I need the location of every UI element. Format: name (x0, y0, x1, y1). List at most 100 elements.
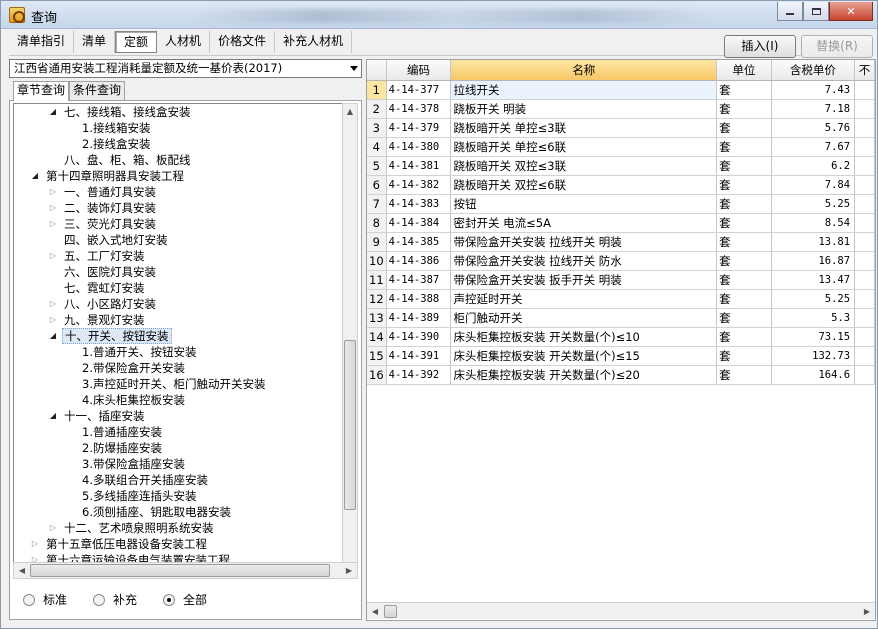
column-header[interactable] (367, 60, 387, 81)
tree-node[interactable]: 1.普通插座安装 (14, 424, 343, 440)
table-row[interactable]: 12 4-14-388 声控延时开关套 5.25 (367, 289, 875, 309)
tree-node[interactable]: ▷ 三、荧光灯具安装 (14, 216, 343, 232)
expand-triangle-icon[interactable]: ▷ (48, 184, 58, 200)
code-cell[interactable]: 4-14-387 (386, 270, 452, 290)
tree-node[interactable]: 6.须刨插座、钥匙取电器安装 (14, 504, 343, 520)
row-number-cell[interactable]: 14 (367, 327, 387, 347)
row-number-cell[interactable]: 6 (367, 175, 387, 195)
table-row[interactable]: 14 4-14-390 床头柜集控板安装 开关数量(个)≤10 套 73.15 (367, 327, 875, 347)
row-number-cell[interactable]: 15 (367, 346, 387, 366)
unit-cell[interactable]: 套 (716, 346, 772, 366)
tree-node[interactable]: ▷ 九、景观灯安装 (14, 312, 343, 328)
code-cell[interactable]: 4-14-378 (386, 99, 452, 119)
name-cell[interactable]: 声控延时开关 (450, 289, 718, 309)
expand-triangle-icon[interactable]: ▷ (48, 312, 58, 328)
tree-node[interactable]: ◢ 十一、插座安装 (14, 408, 343, 424)
tree-node[interactable]: ◢ 十、开关、按钮安装 (14, 328, 343, 344)
expand-triangle-icon[interactable]: ▷ (48, 296, 58, 312)
name-cell[interactable]: 床头柜集控板安装 开关数量(个)≤10 (450, 327, 718, 347)
unit-cell[interactable]: 套 (716, 194, 772, 214)
tree-node[interactable]: 七、霓虹灯安装 (14, 280, 343, 296)
extra-cell[interactable] (854, 289, 875, 309)
expand-triangle-icon[interactable]: ▷ (48, 200, 58, 216)
table-row[interactable]: 7 4-14-383 按钮套 5.25 (367, 194, 875, 214)
table-row[interactable]: 5 4-14-381 跷板暗开关 双控≤3联套 6.2 (367, 156, 875, 176)
unit-cell[interactable]: 套 (716, 289, 772, 309)
extra-cell[interactable] (854, 99, 875, 119)
chapter-tree[interactable]: ◢ 七、接线箱、接线盒安装 1.接线箱安装 2.接线盒安装 八、盘、柜、箱、板配线 ◢ 第十… (13, 103, 343, 579)
row-number-cell[interactable]: 2 (367, 99, 387, 119)
column-header[interactable]: 名称 (450, 60, 718, 81)
tree-node[interactable]: 4.多联组合开关插座安装 (14, 472, 343, 488)
scrollbar-thumb[interactable] (384, 605, 397, 618)
price-cell[interactable]: 13.81 (771, 232, 856, 252)
code-cell[interactable]: 4-14-381 (386, 156, 452, 176)
price-cell[interactable]: 6.2 (771, 156, 856, 176)
table-row[interactable]: 15 4-14-391 床头柜集控板安装 开关数量(个)≤15 套 132.73 (367, 346, 875, 366)
extra-cell[interactable] (854, 118, 875, 138)
unit-cell[interactable]: 套 (716, 156, 772, 176)
table-row[interactable]: 1 4-14-377 拉线开关套 7.43 (367, 80, 875, 100)
radio-button-icon[interactable] (93, 593, 106, 606)
name-cell[interactable]: 带保险盒开关安装 拉线开关 明装 (450, 232, 718, 252)
code-cell[interactable]: 4-14-390 (386, 327, 452, 347)
code-cell[interactable]: 4-14-379 (386, 118, 452, 138)
name-cell[interactable]: 柜门触动开关 (450, 308, 718, 328)
name-cell[interactable]: 跷板暗开关 双控≤3联 (450, 156, 718, 176)
name-cell[interactable]: 床头柜集控板安装 开关数量(个)≤15 (450, 346, 718, 366)
name-cell[interactable]: 按钮 (450, 194, 718, 214)
name-cell[interactable]: 带保险盒开关安装 拉线开关 防水 (450, 251, 718, 271)
price-cell[interactable]: 8.54 (771, 213, 856, 233)
tree-node[interactable]: ▷ 五、工厂灯安装 (14, 248, 343, 264)
tree-node[interactable]: 5.多线插座连插头安装 (14, 488, 343, 504)
tree-node[interactable]: ◢ 七、接线箱、接线盒安装 (14, 104, 343, 120)
column-header[interactable]: 编码 (386, 60, 452, 81)
unit-cell[interactable]: 套 (716, 270, 772, 290)
extra-cell[interactable] (854, 346, 875, 366)
price-cell[interactable]: 132.73 (771, 346, 856, 366)
name-cell[interactable]: 床头柜集控板安装 开关数量(个)≤20 (450, 365, 718, 385)
code-cell[interactable]: 4-14-380 (386, 137, 452, 157)
title-bar[interactable]: 查询 ✕ (1, 1, 877, 29)
unit-cell[interactable]: 套 (716, 251, 772, 271)
extra-cell[interactable] (854, 137, 875, 157)
unit-cell[interactable]: 套 (716, 308, 772, 328)
toolbar-tab[interactable]: 定额 (115, 31, 158, 53)
insert-button[interactable]: 插入(I) (724, 35, 796, 58)
code-cell[interactable]: 4-14-386 (386, 251, 452, 271)
extra-cell[interactable] (854, 232, 875, 252)
toolbar-tab[interactable]: 人材机 (157, 31, 211, 53)
extra-cell[interactable] (854, 251, 875, 271)
left-panel-tab[interactable]: 章节查询 (13, 81, 70, 101)
extra-cell[interactable] (854, 308, 875, 328)
expand-triangle-icon[interactable]: ▷ (48, 520, 58, 536)
table-row[interactable]: 4 4-14-380 跷板暗开关 单控≤6联套 7.67 (367, 137, 875, 157)
price-cell[interactable]: 13.47 (771, 270, 856, 290)
name-cell[interactable]: 跷板暗开关 双控≤6联 (450, 175, 718, 195)
row-number-cell[interactable]: 11 (367, 270, 387, 290)
column-header[interactable]: 单位 (716, 60, 772, 81)
row-number-cell[interactable]: 12 (367, 289, 387, 309)
tree-node[interactable]: ◢ 第十四章照明器具安装工程 (14, 168, 343, 184)
extra-cell[interactable] (854, 365, 875, 385)
toolbar-tab[interactable]: 清单 (74, 31, 116, 53)
tree-node[interactable]: ▷ 第十五章低压电器设备安装工程 (14, 536, 343, 552)
table-row[interactable]: 2 4-14-378 跷板开关 明装套 7.18 (367, 99, 875, 119)
scroll-left-icon[interactable]: ◀ (367, 604, 383, 619)
row-number-cell[interactable]: 8 (367, 213, 387, 233)
unit-cell[interactable]: 套 (716, 137, 772, 157)
scroll-right-icon[interactable]: ▶ (341, 563, 357, 578)
price-cell[interactable]: 73.15 (771, 327, 856, 347)
tree-node[interactable]: 3.声控延时开关、柜门触动开关安装 (14, 376, 343, 392)
tree-node[interactable]: 四、嵌入式地灯安装 (14, 232, 343, 248)
extra-cell[interactable] (854, 213, 875, 233)
code-cell[interactable]: 4-14-389 (386, 308, 452, 328)
code-cell[interactable]: 4-14-388 (386, 289, 452, 309)
expand-triangle-icon[interactable]: ▷ (30, 536, 40, 552)
toolbar-tab[interactable]: 价格文件 (210, 31, 276, 53)
price-cell[interactable]: 164.6 (771, 365, 856, 385)
name-cell[interactable]: 密封开关 电流≤5A (450, 213, 718, 233)
code-cell[interactable]: 4-14-382 (386, 175, 452, 195)
scrollbar-thumb[interactable] (30, 564, 330, 577)
scroll-up-icon[interactable]: ▲ (343, 104, 357, 120)
